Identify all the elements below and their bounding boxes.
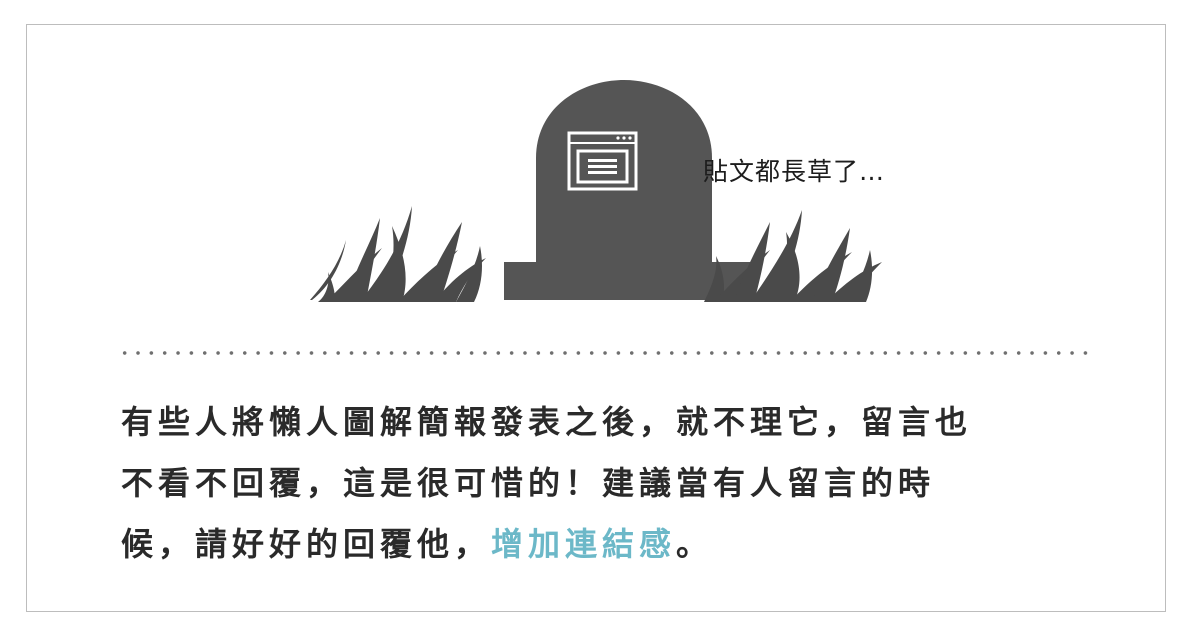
body-paragraph: 有些人將懶人圖解簡報發表之後，就不理它，留言也 不看不回覆，這是很可惜的！建議當… xyxy=(121,392,1101,575)
body-line-3-start: 候，請好好的回覆他， xyxy=(121,525,492,563)
body-line-3-end: 。 xyxy=(676,525,714,563)
highlighted-phrase: 增加連結感 xyxy=(491,525,677,563)
tombstone-illustration xyxy=(310,80,882,302)
grass-right-icon xyxy=(704,210,882,302)
body-line-1: 有些人將懶人圖解簡報發表之後，就不理它，留言也 xyxy=(121,403,973,441)
grass-left-icon xyxy=(310,206,486,302)
illustration-caption: 貼文都長草了… xyxy=(703,157,886,186)
dotted-divider xyxy=(118,350,1088,356)
body-line-2: 不看不回覆，這是很可惜的！建議當有人留言的時 xyxy=(121,464,936,502)
body-line-3: 候，請好好的回覆他，增加連結感。 xyxy=(121,514,1101,575)
